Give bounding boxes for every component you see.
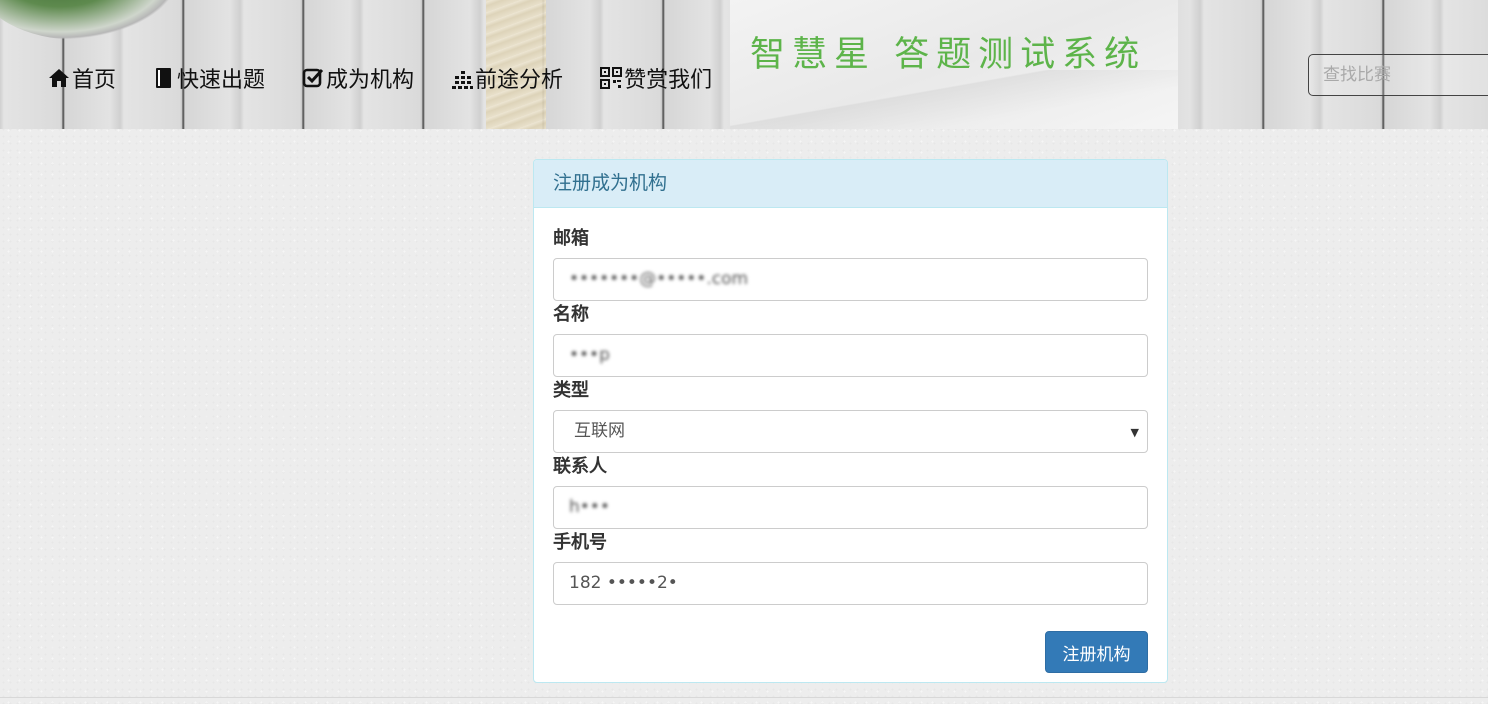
nav-label: 成为机构: [326, 68, 415, 93]
name-field[interactable]: •••p: [553, 334, 1148, 377]
book-icon: [153, 67, 175, 89]
chevron-down-icon: ▼: [1130, 426, 1139, 439]
name-value: •••p: [569, 345, 610, 365]
type-select[interactable]: 互联网 ▼: [553, 410, 1148, 453]
site-title: 智慧星 答题测试系统: [750, 35, 1147, 75]
check-square-icon: [302, 67, 324, 89]
register-form: 邮箱 •••••••@•••••.com 名称 •••p 类型 互联网 ▼ 联系…: [534, 208, 1167, 696]
nav-label: 快速出题: [177, 68, 266, 93]
contact-field[interactable]: h•••: [553, 486, 1148, 529]
contact-value: h•••: [569, 497, 610, 517]
contact-label: 联系人: [553, 456, 607, 477]
register-org-button[interactable]: 注册机构: [1045, 631, 1148, 673]
nav-item-become-org[interactable]: 成为机构: [302, 62, 414, 94]
nav-label: 前途分析: [475, 68, 564, 93]
nav-item-appreciate[interactable]: 赞赏我们: [600, 62, 712, 94]
nav-item-future-analysis[interactable]: 前途分析: [451, 62, 563, 94]
submit-row: 注册机构: [553, 606, 1148, 696]
email-field[interactable]: •••••••@•••••.com: [553, 258, 1148, 301]
type-select-value[interactable]: 互联网: [553, 410, 1148, 453]
nav-label: 首页: [72, 68, 117, 93]
register-org-panel: 注册成为机构 邮箱 •••••••@•••••.com 名称 •••p 类型 互…: [533, 159, 1168, 683]
nav-item-home[interactable]: 首页: [48, 62, 116, 94]
nav-label: 赞赏我们: [624, 68, 713, 93]
type-label: 类型: [553, 380, 589, 401]
phone-field[interactable]: 182 •••••2•: [553, 562, 1148, 605]
main-nav: 首页 快速出题 成为机构 前途分析 赞赏我们: [48, 62, 749, 94]
plant-decoration: [0, 0, 180, 40]
email-label: 邮箱: [553, 228, 589, 249]
page-header: 智慧星 答题测试系统 首页 快速出题 成为机构 前途分析 赞赏我们 查找比赛: [0, 0, 1488, 129]
phone-value: 182 •••••2•: [569, 573, 678, 593]
bar-grid-icon: [451, 67, 474, 89]
email-value: •••••••@•••••.com: [569, 269, 749, 289]
panel-title: 注册成为机构: [534, 160, 1167, 208]
home-icon: [48, 67, 70, 89]
phone-label: 手机号: [553, 532, 607, 553]
nav-item-quick-quiz[interactable]: 快速出题: [153, 62, 265, 94]
footer-divider: [0, 697, 1488, 698]
qrcode-icon: [600, 67, 623, 89]
search-input[interactable]: [1308, 54, 1488, 96]
name-label: 名称: [553, 304, 589, 325]
